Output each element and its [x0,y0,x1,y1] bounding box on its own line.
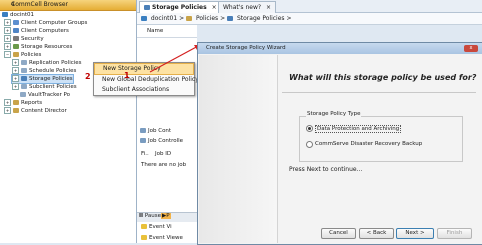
instruction-text: Press Next to continue... [289,166,363,173]
wizard-heading: What will this storage policy be used fo… [289,73,477,82]
dialog-title-bar[interactable]: Create Storage Policy Wizard x [198,43,482,54]
back-button[interactable]: < Back [359,228,394,239]
option-label: CommServe Disaster Recovery Backup [315,141,423,147]
close-icon[interactable]: x [464,45,478,52]
dialog-title: Create Storage Policy Wizard [206,45,286,51]
option-label: Data Protection and Archiving [315,125,402,133]
policy-type-group [299,116,463,162]
next-button[interactable]: Next > [396,228,434,239]
cancel-button[interactable]: Cancel [321,228,356,239]
policy-type-label: Storage Policy Type [306,111,362,117]
create-storage-policy-wizard: Create Storage Policy Wizard x What will… [197,42,482,245]
divider [282,92,476,93]
radio-icon[interactable] [306,141,313,148]
finish-button[interactable]: Finish [437,228,472,239]
radio-selected-icon[interactable] [306,125,313,132]
wizard-sidebar [199,55,278,243]
